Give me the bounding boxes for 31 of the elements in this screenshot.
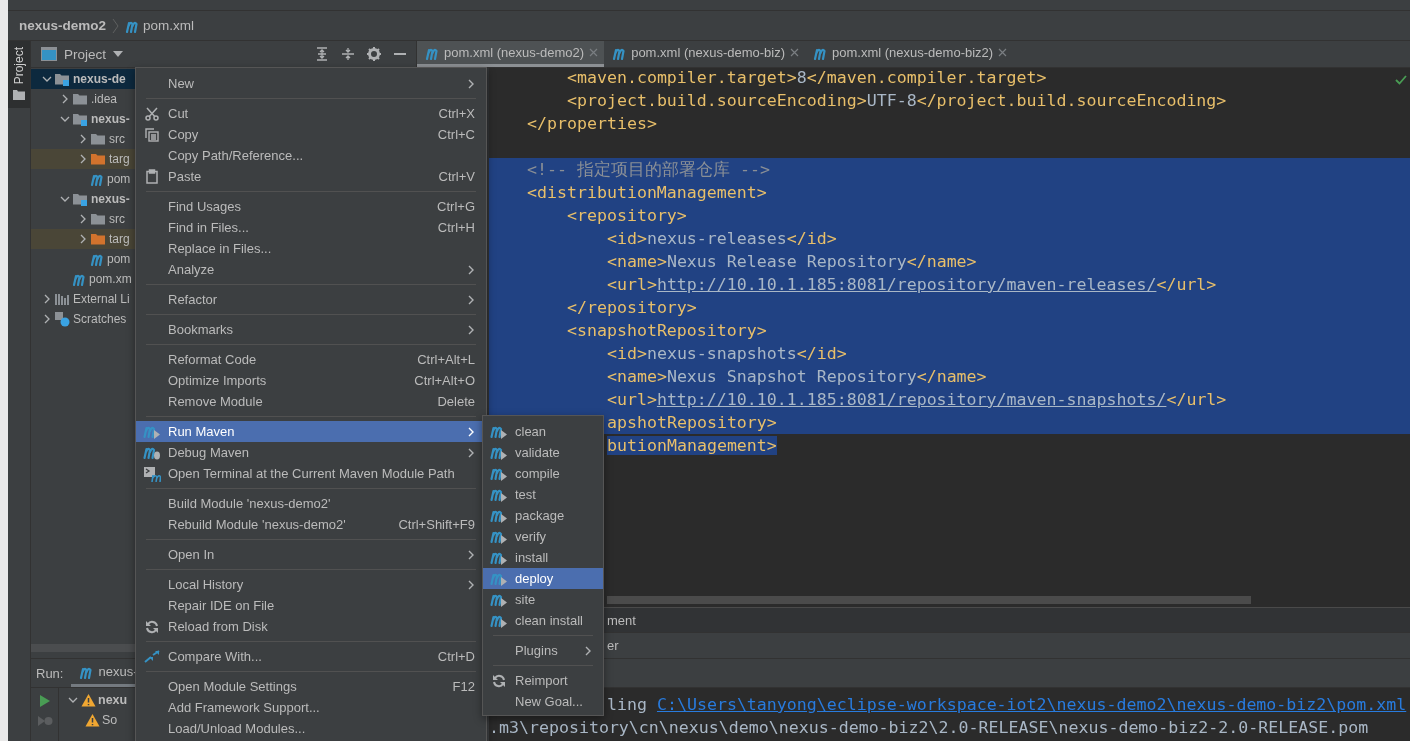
code-line: <repository> <box>566 206 687 225</box>
code-line: <url>http://10.10.1.185:8081/repository/maven-snapshots/</url> <box>606 390 1227 409</box>
status-text: er <box>607 638 619 653</box>
code-line: <name>Nexus Snapshot Repository</name> <box>606 367 987 386</box>
shortcut-label: Ctrl+G <box>437 199 475 214</box>
code-line: </repository> <box>566 298 697 317</box>
shortcut-label: Ctrl+X <box>438 106 475 121</box>
code-line: <!-- 指定项目的部署仓库 --> <box>527 160 770 179</box>
console-line: .m3\repository\cn\nexus\demo\nexus-demo-biz2\2.0-RELEASE\nexus-demo-biz2-2.0-RELEASE.pom <box>489 718 1369 737</box>
code-line: <snapshotRepository> <box>566 321 767 340</box>
shortcut-label: Ctrl+C <box>437 127 475 142</box>
shortcut-label: F12 <box>452 679 475 694</box>
console-line: ling C:\Users\tanyong\eclipse-workspace-iot2\nexus-demo2\nexus-demo-biz2\pom.xml <box>607 695 1407 714</box>
code-line: <distributionManagement> <box>527 183 767 202</box>
shortcut-label: Ctrl+V <box>438 169 475 184</box>
shortcut-label: Ctrl+Alt+O <box>414 373 475 388</box>
code-line: <id>nexus-releases</id> <box>606 229 837 248</box>
status-text: ment <box>607 612 636 628</box>
code-line: <name>Nexus Release Repository</name> <box>606 252 977 271</box>
code-line: <id>nexus-snapshots</id> <box>606 344 847 363</box>
code-line: <project.build.sourceEncoding>UTF-8</project.build.sourceEncoding> <box>566 91 1227 110</box>
shortcut-label: Ctrl+H <box>437 220 475 235</box>
shortcut-label: Ctrl+Shift+F9 <box>398 517 475 532</box>
code-line: apshotRepository> <box>607 413 777 432</box>
shortcut-label: Delete <box>437 394 475 409</box>
code-line: <url>http://10.10.1.185:8081/repository/maven-releases/</url> <box>606 275 1217 294</box>
run-label: Run: <box>36 664 64 683</box>
code-line: </properties> <box>527 114 657 133</box>
shortcut-label: Ctrl+Alt+L <box>417 352 475 367</box>
shortcut-label: Ctrl+D <box>437 649 475 664</box>
code-line: <maven.compiler.target>8</maven.compiler.target> <box>566 68 1047 87</box>
